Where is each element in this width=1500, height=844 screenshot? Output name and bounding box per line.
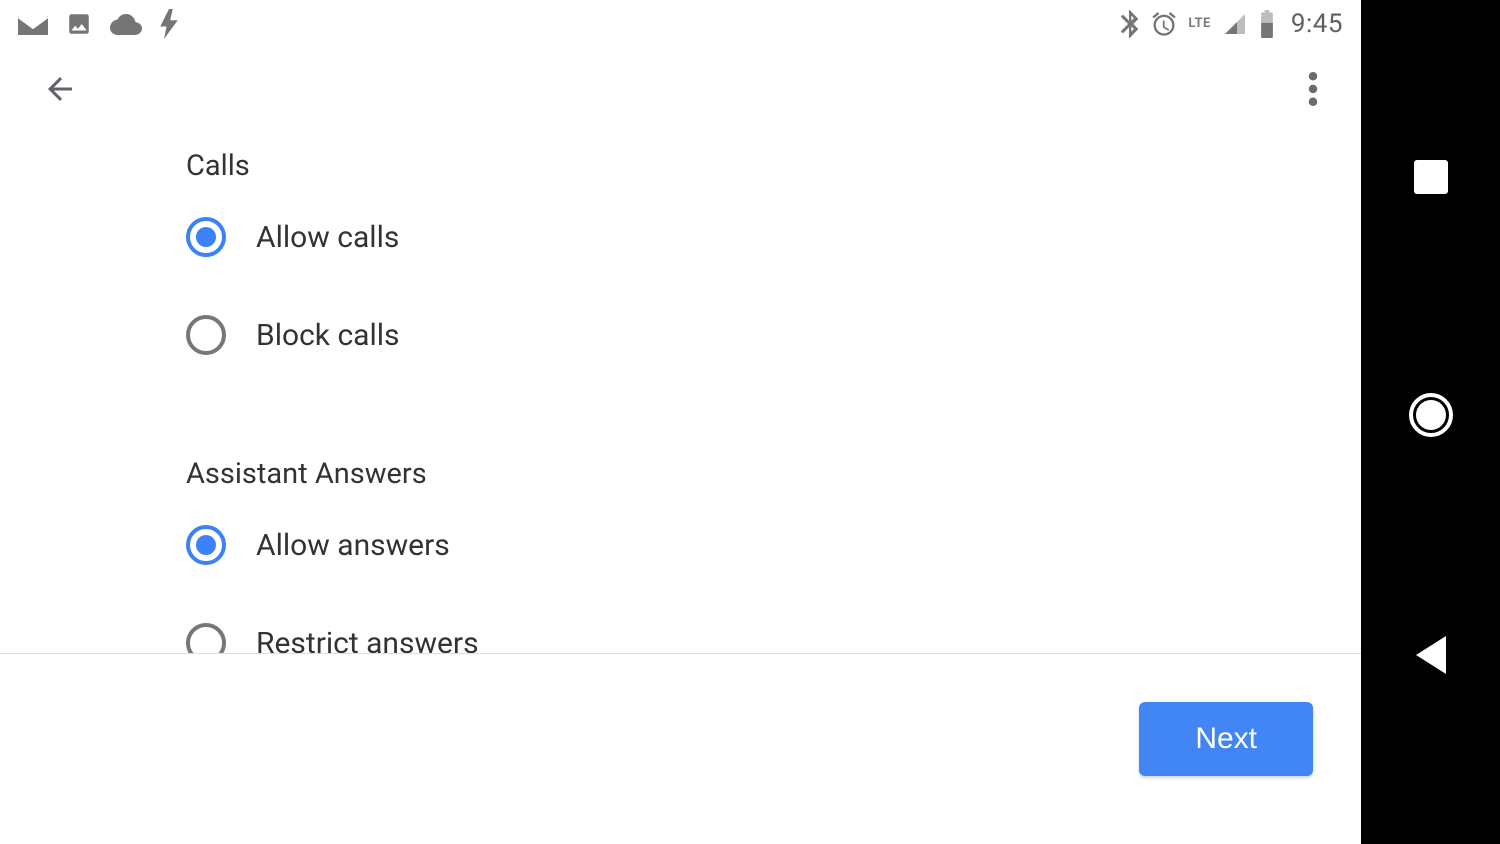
radio-allow-answers[interactable]: Allow answers <box>186 525 1361 565</box>
overflow-button[interactable] <box>1289 65 1337 113</box>
section-title-calls: Calls <box>186 149 1361 183</box>
content-area: Calls Allow calls Block calls Assistant … <box>0 131 1361 653</box>
radio-icon <box>186 623 226 653</box>
radio-icon <box>186 217 226 257</box>
radio-icon <box>186 525 226 565</box>
radio-icon <box>186 315 226 355</box>
next-button[interactable]: Next <box>1139 702 1313 776</box>
radio-label: Allow answers <box>256 528 450 563</box>
status-bar: LTE 9:45 <box>0 0 1361 47</box>
arrow-back-icon <box>42 71 78 107</box>
status-right: LTE 9:45 <box>1118 9 1343 39</box>
signal-icon <box>1221 12 1249 36</box>
nav-back-button[interactable] <box>1416 636 1446 674</box>
bluetooth-icon <box>1118 10 1140 38</box>
toolbar <box>0 47 1361 131</box>
section-title-assistant: Assistant Answers <box>186 457 1361 491</box>
nav-home-button[interactable] <box>1409 393 1453 437</box>
radio-label: Allow calls <box>256 220 399 255</box>
battery-icon <box>1259 10 1275 38</box>
nav-recent-button[interactable] <box>1414 160 1448 194</box>
radio-allow-calls[interactable]: Allow calls <box>186 217 1361 257</box>
mail-icon <box>18 13 48 35</box>
alarm-icon <box>1150 10 1178 38</box>
radio-block-calls[interactable]: Block calls <box>186 315 1361 355</box>
radio-restrict-answers[interactable]: Restrict answers <box>186 623 1361 653</box>
footer-bar: Next <box>0 653 1361 844</box>
lte-label: LTE <box>1188 16 1210 31</box>
cloud-icon <box>110 13 142 35</box>
clock-label: 9:45 <box>1291 9 1343 39</box>
more-vert-icon <box>1308 72 1318 106</box>
app-screen: LTE 9:45 <box>0 0 1361 844</box>
status-left <box>18 9 178 39</box>
image-icon <box>66 11 92 37</box>
lightning-icon <box>160 9 178 39</box>
system-nav-bar <box>1361 0 1500 844</box>
radio-label: Restrict answers <box>256 626 479 653</box>
back-button[interactable] <box>36 65 84 113</box>
radio-label: Block calls <box>256 318 400 353</box>
